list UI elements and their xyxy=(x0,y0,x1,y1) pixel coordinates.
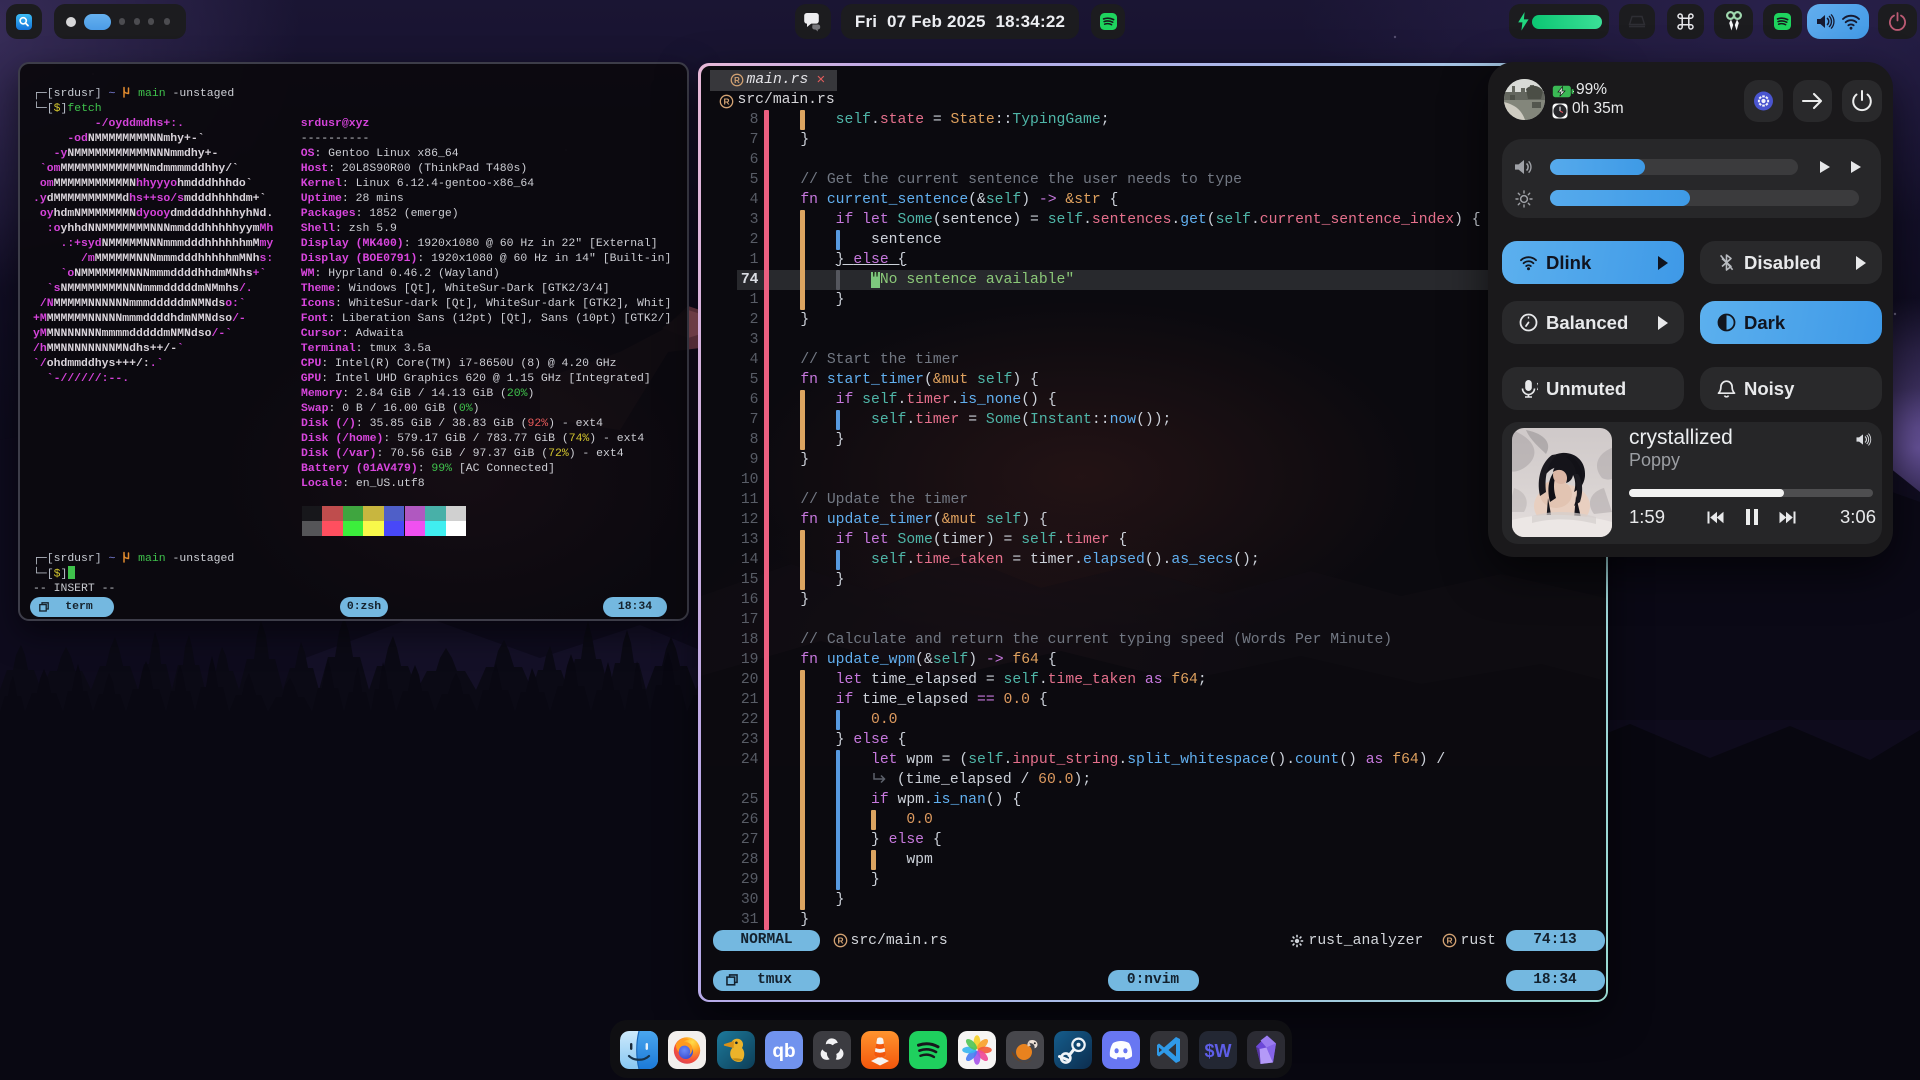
svg-text:qb: qb xyxy=(772,1041,795,1062)
svg-text:R: R xyxy=(734,75,740,84)
svg-text:R: R xyxy=(723,96,729,106)
svg-text:$W: $W xyxy=(1204,1041,1231,1061)
svg-text:R: R xyxy=(837,936,843,946)
svg-text:R: R xyxy=(1446,936,1452,946)
